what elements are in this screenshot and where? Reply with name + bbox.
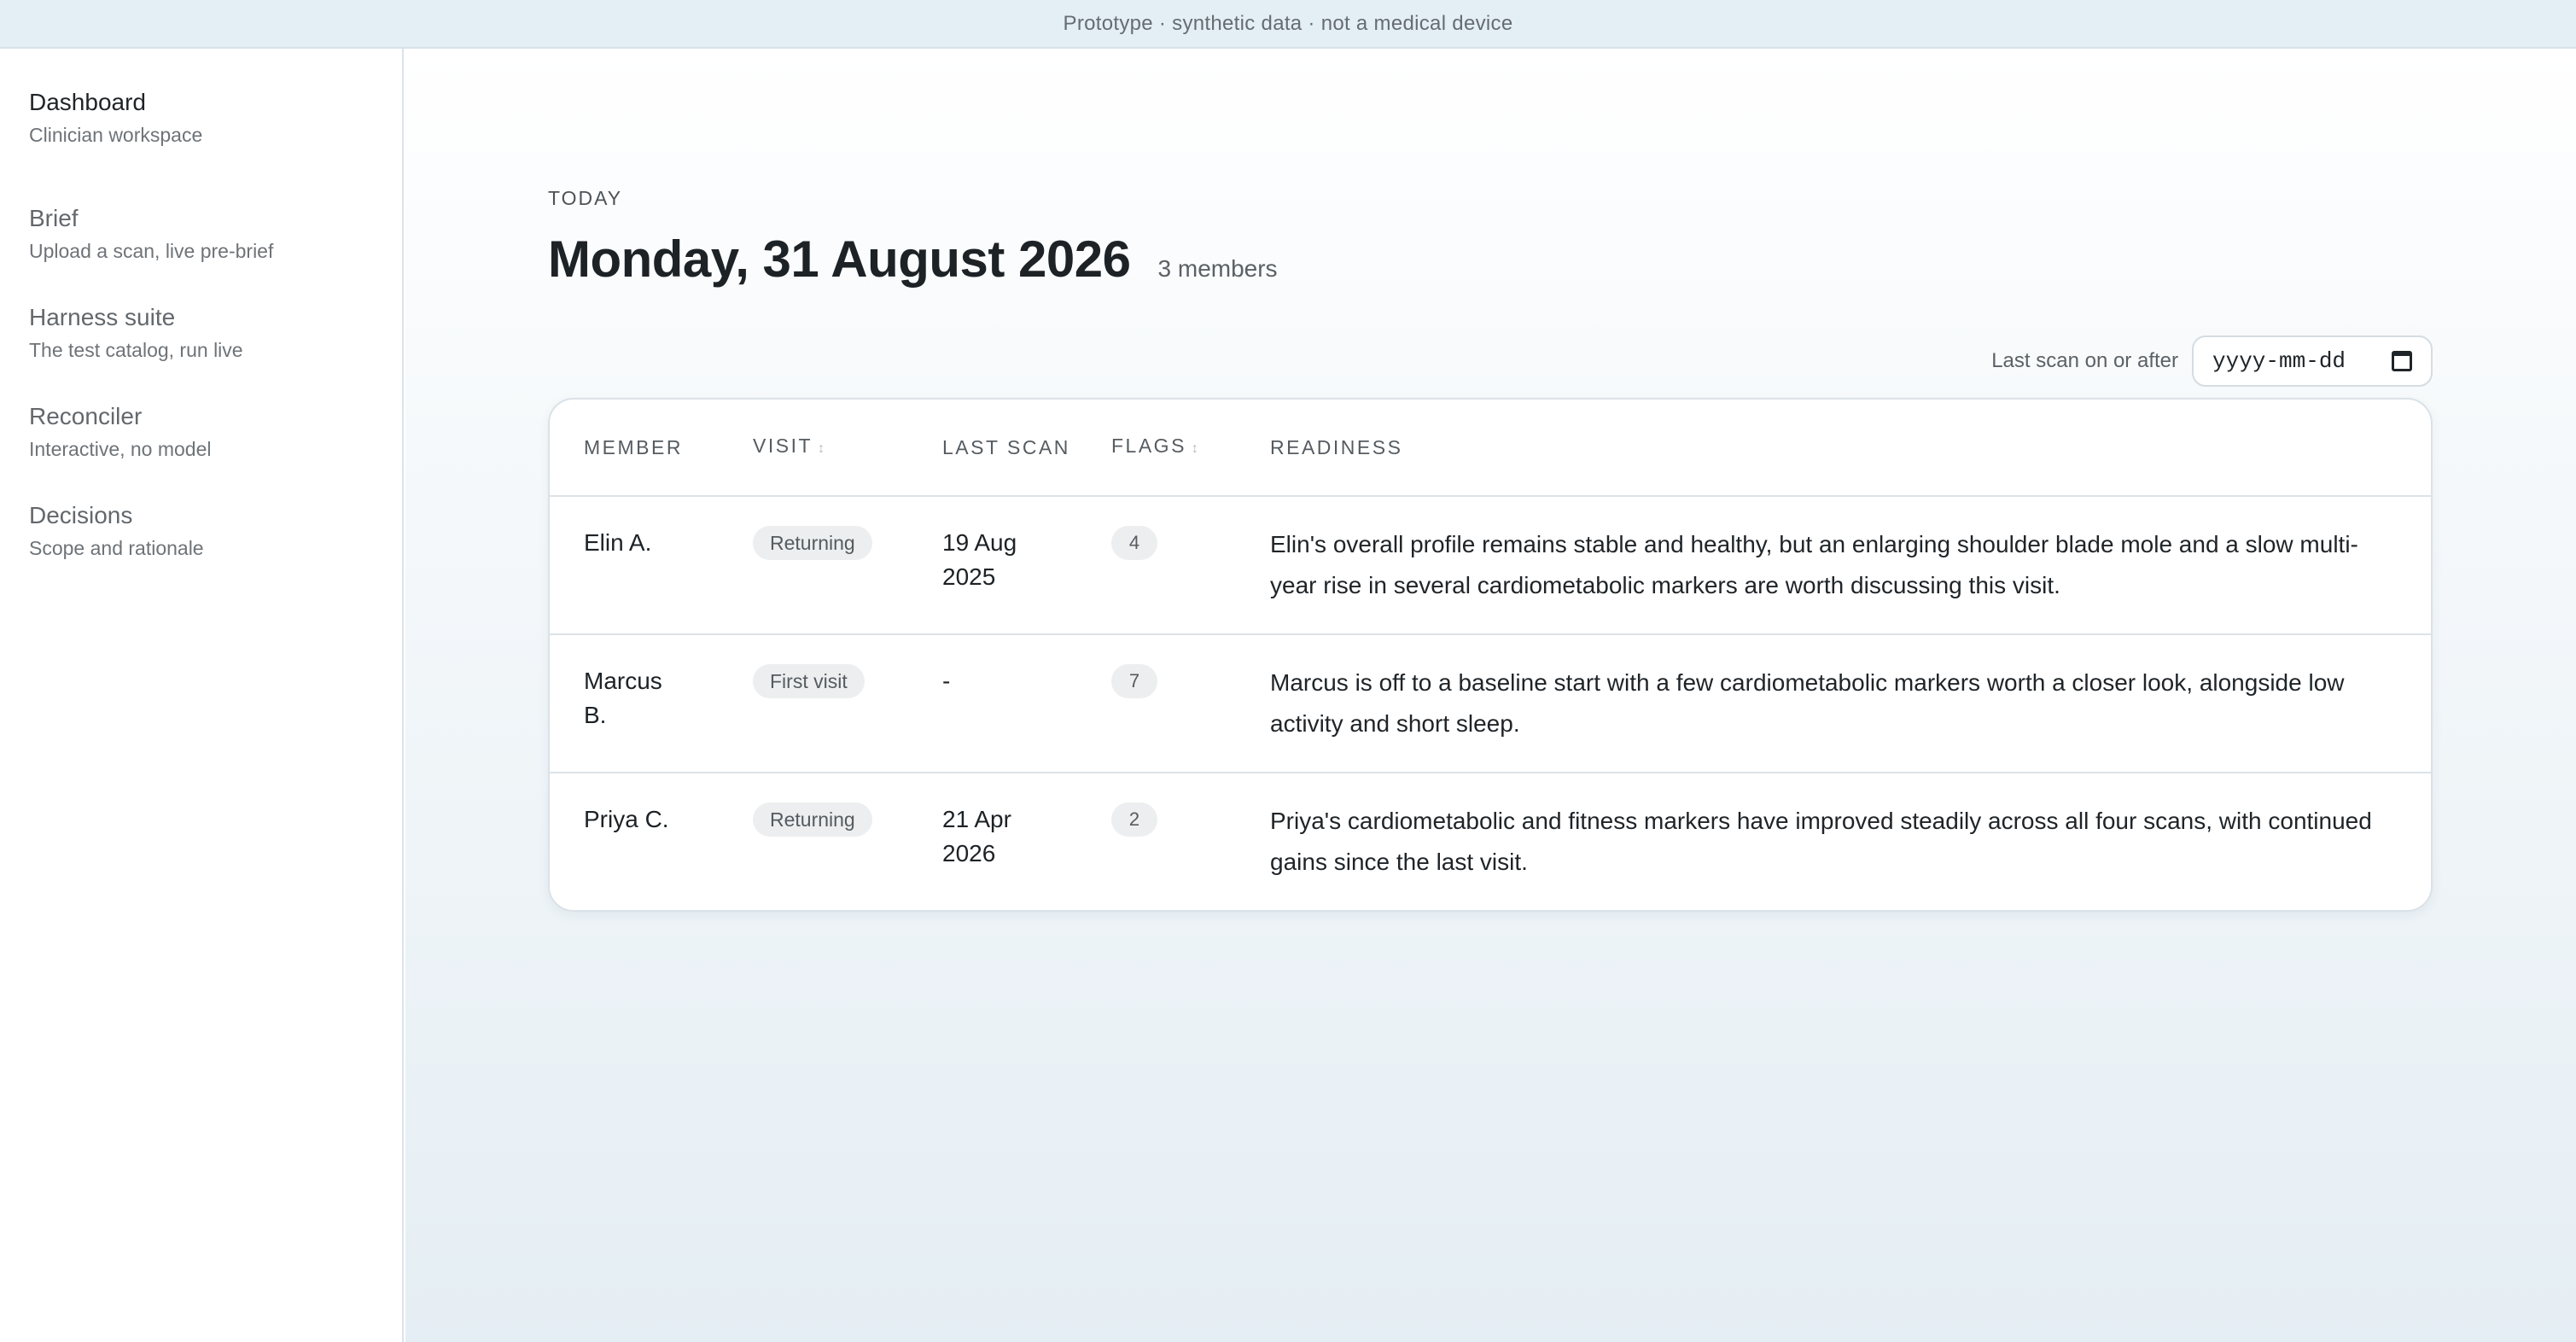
header-readiness: READINESS — [1270, 436, 1403, 458]
filter-label: Last scan on or after — [1991, 349, 2178, 372]
table-row[interactable]: Elin A. Returning 19 Aug 2025 4 Elin's o… — [550, 497, 2431, 635]
readiness-text: Elin's overall profile remains stable an… — [1270, 531, 2358, 598]
header-member: MEMBER — [584, 436, 683, 458]
dashboard-content: TODAY Monday, 31 August 2026 3 members L… — [548, 185, 2433, 912]
last-scan-cell: 19 Aug 2025 — [942, 529, 1017, 590]
date-placeholder: yyyy-mm-dd — [2212, 348, 2346, 374]
banner-text: Prototype · synthetic data · not a medic… — [1063, 11, 1513, 35]
page-title: Monday, 31 August 2026 — [548, 230, 1131, 288]
sidebar-item-brief[interactable]: Brief Upload a scan, live pre-brief — [0, 202, 402, 301]
flags-cell: 4 — [1111, 526, 1270, 560]
sidebar-item-subtitle: Scope and rationale — [29, 537, 204, 559]
sidebar-item-subtitle: Clinician workspace — [29, 124, 203, 146]
header-visit-label: VISIT — [753, 435, 813, 457]
sidebar-item-subtitle: The test catalog, run live — [29, 339, 243, 361]
sidebar-item-title: Harness suite — [29, 304, 176, 330]
table-row[interactable]: Marcus B. First visit - 7 Marcus is off … — [550, 635, 2431, 773]
visit-cell: Returning — [753, 526, 942, 560]
sidebar-item-title: Brief — [29, 205, 79, 231]
readiness-text: Priya's cardiometabolic and fitness mark… — [1270, 808, 2372, 875]
flags-badge: 2 — [1111, 802, 1157, 837]
header-last-scan: LAST SCAN — [942, 436, 1070, 458]
sidebar-item-title: Reconciler — [29, 403, 143, 429]
member-name: Marcus B. — [584, 668, 662, 728]
sort-icon[interactable]: ↕ — [1192, 441, 1201, 456]
sidebar-item-title: Decisions — [29, 502, 133, 528]
header-flags[interactable]: FLAGS ↕ — [1111, 433, 1270, 462]
visit-badge: Returning — [753, 802, 872, 837]
last-scan-date-input[interactable]: yyyy-mm-dd — [2192, 336, 2433, 387]
header-flags-label: FLAGS — [1111, 435, 1186, 457]
last-scan-cell: 21 Apr 2026 — [942, 806, 1011, 866]
visit-badge: Returning — [753, 526, 872, 560]
visit-cell: First visit — [753, 664, 942, 698]
member-name: Priya C. — [584, 806, 669, 832]
eyebrow-label: TODAY — [548, 187, 623, 209]
readiness-text: Marcus is off to a baseline start with a… — [1270, 669, 2345, 737]
prototype-banner: Prototype · synthetic data · not a medic… — [0, 0, 2576, 49]
sidebar-item-dashboard[interactable]: Dashboard Clinician workspace — [0, 86, 402, 202]
member-name: Elin A. — [584, 529, 652, 556]
sidebar: Dashboard Clinician workspace Brief Uplo… — [0, 49, 404, 1342]
sidebar-item-subtitle: Upload a scan, live pre-brief — [29, 240, 274, 262]
main-content: TODAY Monday, 31 August 2026 3 members L… — [405, 49, 2576, 1342]
sort-icon[interactable]: ↕ — [818, 441, 827, 456]
flags-badge: 7 — [1111, 664, 1157, 698]
sidebar-item-decisions[interactable]: Decisions Scope and rationale — [0, 499, 402, 598]
members-table: MEMBER VISIT ↕ LAST SCAN FLAGS ↕ READINESS… — [548, 398, 2433, 912]
header-visit[interactable]: VISIT ↕ — [753, 433, 942, 462]
member-cell: Marcus B. — [550, 664, 753, 732]
visit-cell: Returning — [753, 802, 942, 837]
visit-badge: First visit — [753, 664, 865, 698]
flags-cell: 7 — [1111, 664, 1270, 698]
title-row: Monday, 31 August 2026 3 members — [548, 230, 2433, 289]
member-cell: Priya C. — [550, 802, 753, 837]
sidebar-item-harness-suite[interactable]: Harness suite The test catalog, run live — [0, 301, 402, 400]
calendar-icon[interactable] — [2392, 351, 2412, 371]
sidebar-item-subtitle: Interactive, no model — [29, 438, 212, 460]
table-header: MEMBER VISIT ↕ LAST SCAN FLAGS ↕ READINESS — [550, 400, 2431, 497]
sidebar-item-title: Dashboard — [29, 89, 146, 115]
last-scan-cell: - — [942, 668, 951, 694]
flags-badge: 4 — [1111, 526, 1157, 560]
table-row[interactable]: Priya C. Returning 21 Apr 2026 2 Priya's… — [550, 773, 2431, 910]
member-cell: Elin A. — [550, 526, 753, 560]
flags-cell: 2 — [1111, 802, 1270, 837]
filter-row: Last scan on or after yyyy-mm-dd — [548, 335, 2433, 388]
member-count: 3 members — [1157, 255, 1278, 282]
sidebar-item-reconciler[interactable]: Reconciler Interactive, no model — [0, 400, 402, 499]
